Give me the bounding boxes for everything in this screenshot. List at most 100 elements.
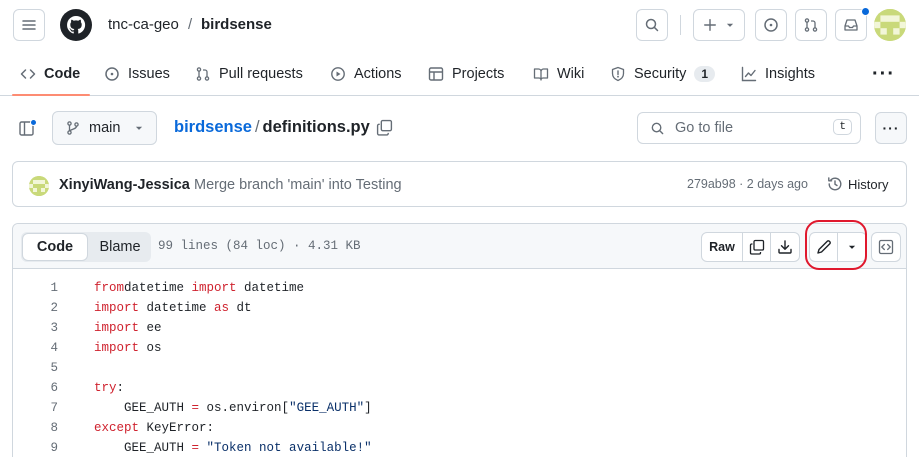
graph-icon bbox=[741, 66, 757, 82]
copy-path-button[interactable] bbox=[376, 119, 393, 139]
tab-wiki[interactable]: Wiki bbox=[533, 54, 584, 94]
code-text: GEE_AUTH = "Token not available!" bbox=[94, 441, 372, 455]
tab-label: Issues bbox=[128, 66, 170, 82]
search-button[interactable] bbox=[636, 9, 668, 41]
your-issues-button[interactable] bbox=[755, 9, 787, 41]
path-separator: / bbox=[254, 118, 260, 136]
tab-actions[interactable]: Actions bbox=[330, 54, 402, 94]
book-icon bbox=[533, 66, 549, 82]
tab-insights[interactable]: Insights bbox=[741, 54, 815, 94]
history-button[interactable]: History bbox=[827, 176, 888, 192]
user-avatar[interactable] bbox=[874, 9, 906, 41]
line-number[interactable]: 6 bbox=[13, 381, 58, 395]
code-token: "GEE_AUTH" bbox=[289, 401, 365, 415]
commit-sha-and-date[interactable]: 279ab98 · 2 days ago bbox=[687, 177, 808, 191]
tab-label: Wiki bbox=[557, 66, 585, 82]
raw-button[interactable]: Raw bbox=[702, 233, 743, 261]
security-count-badge: 1 bbox=[694, 66, 716, 82]
code-token: import bbox=[94, 321, 140, 335]
git-pull-request-icon bbox=[195, 66, 211, 82]
github-logo[interactable] bbox=[60, 9, 92, 41]
line-number[interactable]: 1 bbox=[13, 281, 58, 295]
tab-overflow-menu[interactable]: ··· bbox=[872, 63, 895, 86]
author-avatar[interactable] bbox=[29, 176, 49, 196]
create-new-button[interactable] bbox=[693, 9, 745, 41]
file-navigation-bar: main birdsense / definitions.py Go to file… bbox=[0, 108, 919, 148]
issue-opened-icon bbox=[764, 18, 778, 32]
git-branch-icon bbox=[67, 121, 79, 135]
git-pull-request-icon bbox=[804, 18, 818, 32]
code-line: 8 except KeyError: bbox=[13, 418, 906, 438]
code-text: except KeyError: bbox=[94, 421, 214, 435]
history-icon bbox=[827, 176, 843, 192]
line-number[interactable]: 4 bbox=[13, 341, 58, 355]
tab-security[interactable]: Security 1 bbox=[610, 54, 716, 94]
commit-author[interactable]: XinyiWang-Jessica bbox=[59, 177, 190, 193]
code-view-button[interactable]: Code bbox=[22, 233, 88, 261]
inbox-icon bbox=[844, 19, 858, 31]
code-token: : bbox=[116, 381, 125, 395]
tab-projects[interactable]: Projects bbox=[428, 54, 504, 94]
download-raw-button[interactable] bbox=[771, 233, 799, 261]
header-divider bbox=[680, 15, 681, 35]
your-pull-requests-button[interactable] bbox=[795, 9, 827, 41]
tab-code[interactable]: Code bbox=[20, 54, 80, 94]
tab-label: Security bbox=[634, 66, 687, 82]
issue-opened-icon bbox=[104, 66, 120, 82]
go-to-file-input[interactable]: Go to file t bbox=[637, 112, 861, 144]
tab-pull-requests[interactable]: Pull requests bbox=[195, 54, 303, 94]
tab-issues[interactable]: Issues bbox=[104, 54, 170, 94]
breadcrumb-repo[interactable]: birdsense bbox=[201, 16, 272, 33]
menu-button[interactable] bbox=[13, 9, 45, 41]
shield-icon bbox=[610, 66, 626, 82]
code-token: except bbox=[94, 421, 140, 435]
expand-file-tree-button[interactable] bbox=[18, 118, 38, 141]
code-token: GEE_AUTH bbox=[94, 401, 192, 415]
file-viewer: Code Blame 99 lines (84 loc) · 4.31 KB R… bbox=[12, 220, 907, 457]
code-token: = bbox=[191, 401, 200, 415]
code-token: as bbox=[214, 301, 230, 315]
code-token: import bbox=[94, 341, 140, 355]
code-token: ] bbox=[364, 401, 372, 415]
code-listing[interactable]: 1 fromdatetime import datetime 2 import dat… bbox=[13, 278, 906, 457]
code-line: 2 import datetime as dt bbox=[13, 298, 906, 318]
code-text: try: bbox=[94, 381, 124, 395]
code-token: "Token not available!" bbox=[199, 441, 372, 455]
tab-label: Insights bbox=[765, 66, 815, 82]
line-number[interactable]: 8 bbox=[13, 421, 58, 435]
repo-tab-nav: Code Issues Pull requests Actions Projec… bbox=[0, 54, 919, 96]
code-line: 3 import ee bbox=[13, 318, 906, 338]
tab-label: Projects bbox=[452, 66, 505, 82]
view-mode-toggle: Code Blame bbox=[21, 232, 151, 262]
table-icon bbox=[428, 66, 444, 82]
code-token: os bbox=[139, 341, 162, 355]
copy-icon bbox=[376, 119, 393, 136]
line-number[interactable]: 2 bbox=[13, 301, 58, 315]
blame-view-button[interactable]: Blame bbox=[89, 233, 151, 261]
code-line: 6 try: bbox=[13, 378, 906, 398]
branch-selector[interactable]: main bbox=[52, 111, 157, 145]
line-number[interactable]: 9 bbox=[13, 441, 58, 455]
branch-name: main bbox=[89, 120, 121, 136]
symbols-panel-button[interactable] bbox=[871, 232, 901, 262]
highlight-annotation-ring bbox=[805, 220, 867, 270]
commit-message[interactable]: Merge branch 'main' into Testing bbox=[194, 177, 402, 193]
line-number[interactable]: 5 bbox=[13, 361, 58, 375]
code-line: 4 import os bbox=[13, 338, 906, 358]
triangle-down-icon bbox=[136, 126, 143, 130]
line-number[interactable]: 7 bbox=[13, 401, 58, 415]
code-token: import bbox=[94, 301, 140, 315]
triangle-down-icon bbox=[726, 23, 734, 27]
hamburger-icon bbox=[22, 20, 36, 30]
line-number[interactable]: 3 bbox=[13, 321, 58, 335]
copy-raw-button[interactable] bbox=[743, 233, 771, 261]
breadcrumb-owner[interactable]: tnc-ca-geo bbox=[108, 16, 179, 33]
identicon-icon bbox=[874, 9, 906, 41]
global-header: tnc-ca-geo / birdsense bbox=[0, 0, 919, 50]
file-size-info: 99 lines (84 loc) · 4.31 KB bbox=[158, 239, 361, 253]
file-actions-group: Raw bbox=[701, 232, 800, 262]
code-text: import ee bbox=[94, 321, 162, 335]
code-token: from bbox=[94, 281, 125, 295]
path-repo-link[interactable]: birdsense bbox=[174, 118, 252, 136]
more-file-actions-button[interactable]: ··· bbox=[875, 112, 907, 144]
